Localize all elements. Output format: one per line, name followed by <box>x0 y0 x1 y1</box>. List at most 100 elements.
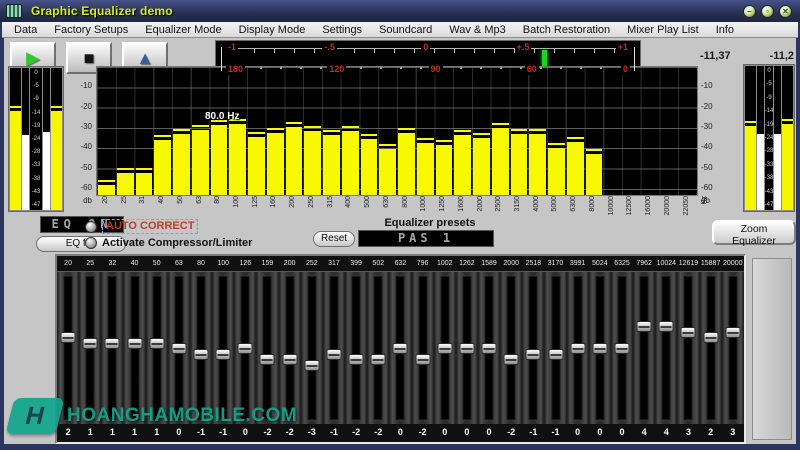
eq-slider-502[interactable] <box>367 271 389 424</box>
slider-handle[interactable] <box>105 338 120 349</box>
eq-slider-10024[interactable] <box>655 271 677 424</box>
slider-track[interactable] <box>728 276 737 420</box>
slider-handle[interactable] <box>437 343 452 354</box>
eq-slider-159[interactable] <box>256 271 278 424</box>
slider-handle[interactable] <box>482 343 497 354</box>
slider-handle[interactable] <box>614 343 629 354</box>
eq-slider-63[interactable] <box>168 271 190 424</box>
eq-slider-20[interactable] <box>57 271 79 424</box>
menu-item-data[interactable]: Data <box>14 24 37 36</box>
eq-slider-126[interactable] <box>234 271 256 424</box>
reset-button[interactable]: Reset <box>313 231 355 247</box>
frequency-label: 502 <box>367 260 389 267</box>
x-axis-label: 8000 <box>589 196 596 212</box>
minimize-button[interactable]: – <box>743 5 756 18</box>
eq-slider-20000[interactable] <box>722 271 744 424</box>
slider-track[interactable] <box>706 276 715 420</box>
spectrum-band <box>566 67 585 195</box>
slider-handle[interactable] <box>459 343 474 354</box>
slider-handle[interactable] <box>326 349 341 360</box>
close-button[interactable]: ✕ <box>779 5 792 18</box>
slider-track[interactable] <box>418 276 427 420</box>
slider-handle[interactable] <box>260 354 275 365</box>
menu-item-info[interactable]: Info <box>716 24 734 36</box>
slider-track[interactable] <box>374 276 383 420</box>
auto-correct-radio[interactable] <box>85 221 97 233</box>
eq-slider-200[interactable] <box>279 271 301 424</box>
slider-handle[interactable] <box>548 349 563 360</box>
eq-slider-252[interactable] <box>301 271 323 424</box>
slider-handle[interactable] <box>570 343 585 354</box>
eq-slider-15887[interactable] <box>700 271 722 424</box>
slider-track[interactable] <box>684 276 693 420</box>
slider-handle[interactable] <box>127 338 142 349</box>
slider-track[interactable] <box>263 276 272 420</box>
slider-handle[interactable] <box>238 343 253 354</box>
slider-handle[interactable] <box>349 354 364 365</box>
slider-handle[interactable] <box>725 327 740 338</box>
eq-slider-2518[interactable] <box>522 271 544 424</box>
slider-track[interactable] <box>352 276 361 420</box>
slider-track[interactable] <box>285 276 294 420</box>
eq-slider-100[interactable] <box>212 271 234 424</box>
slider-track[interactable] <box>662 276 671 420</box>
eq-slider-50[interactable] <box>146 271 168 424</box>
spectrum-bar <box>454 135 471 195</box>
menu-item-display-mode[interactable]: Display Mode <box>239 24 306 36</box>
eq-slider-1002[interactable] <box>434 271 456 424</box>
slider-track[interactable] <box>640 276 649 420</box>
slider-handle[interactable] <box>681 327 696 338</box>
slider-handle[interactable] <box>504 354 519 365</box>
equalizer-bank: 2025324050638010012615920025231739950263… <box>55 254 746 444</box>
menu-item-settings[interactable]: Settings <box>322 24 362 36</box>
eq-slider-40[interactable] <box>123 271 145 424</box>
eq-slider-25[interactable] <box>79 271 101 424</box>
eq-slider-632[interactable] <box>389 271 411 424</box>
eq-slider-12619[interactable] <box>677 271 699 424</box>
eq-slider-6325[interactable] <box>611 271 633 424</box>
maximize-button[interactable]: ▫ <box>761 5 774 18</box>
slider-track[interactable] <box>507 276 516 420</box>
slider-track[interactable] <box>64 276 73 420</box>
slider-handle[interactable] <box>216 349 231 360</box>
slider-handle[interactable] <box>393 343 408 354</box>
slider-value: 4 <box>655 427 677 437</box>
slider-track[interactable] <box>307 276 316 420</box>
slider-handle[interactable] <box>171 343 186 354</box>
slider-handle[interactable] <box>61 332 76 343</box>
slider-handle[interactable] <box>194 349 209 360</box>
slider-handle[interactable] <box>304 360 319 371</box>
eq-slider-80[interactable] <box>190 271 212 424</box>
slider-handle[interactable] <box>371 354 386 365</box>
zoom-equalizer-button[interactable]: Zoom Equalizer <box>712 220 796 245</box>
menu-item-batch-restoration[interactable]: Batch Restoration <box>523 24 610 36</box>
menu-item-mixer-play-list[interactable]: Mixer Play List <box>627 24 699 36</box>
frequency-label: 796 <box>412 260 434 267</box>
slider-handle[interactable] <box>703 332 718 343</box>
eq-slider-796[interactable] <box>412 271 434 424</box>
eq-slider-3991[interactable] <box>567 271 589 424</box>
eq-slider-3170[interactable] <box>544 271 566 424</box>
scrollbar-area[interactable] <box>752 258 792 440</box>
menu-item-equalizer-mode[interactable]: Equalizer Mode <box>145 24 221 36</box>
slider-handle[interactable] <box>592 343 607 354</box>
slider-handle[interactable] <box>637 321 652 332</box>
eq-slider-2000[interactable] <box>500 271 522 424</box>
slider-handle[interactable] <box>659 321 674 332</box>
eq-slider-7962[interactable] <box>633 271 655 424</box>
slider-handle[interactable] <box>83 338 98 349</box>
slider-handle[interactable] <box>149 338 164 349</box>
eq-slider-5024[interactable] <box>589 271 611 424</box>
slider-handle[interactable] <box>526 349 541 360</box>
slider-handle[interactable] <box>415 354 430 365</box>
menu-item-soundcard[interactable]: Soundcard <box>379 24 432 36</box>
eq-slider-399[interactable] <box>345 271 367 424</box>
compressor-radio[interactable] <box>85 237 97 249</box>
menu-item-wav-mp3[interactable]: Wav & Mp3 <box>449 24 505 36</box>
menu-item-factory-setups[interactable]: Factory Setups <box>54 24 128 36</box>
slider-handle[interactable] <box>282 354 297 365</box>
eq-slider-1262[interactable] <box>456 271 478 424</box>
eq-slider-317[interactable] <box>323 271 345 424</box>
eq-slider-32[interactable] <box>101 271 123 424</box>
eq-slider-1589[interactable] <box>478 271 500 424</box>
